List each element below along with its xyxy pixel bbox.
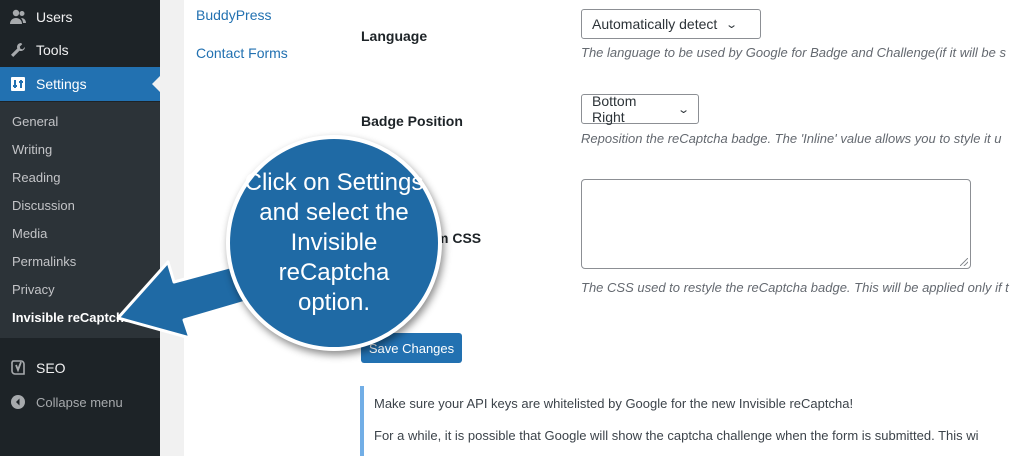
callout-text: Click on Settings and select the Invisib… (244, 169, 424, 316)
callout-arrow-icon (116, 260, 268, 340)
callout-bubble: Click on Settings and select the Invisib… (226, 135, 442, 351)
